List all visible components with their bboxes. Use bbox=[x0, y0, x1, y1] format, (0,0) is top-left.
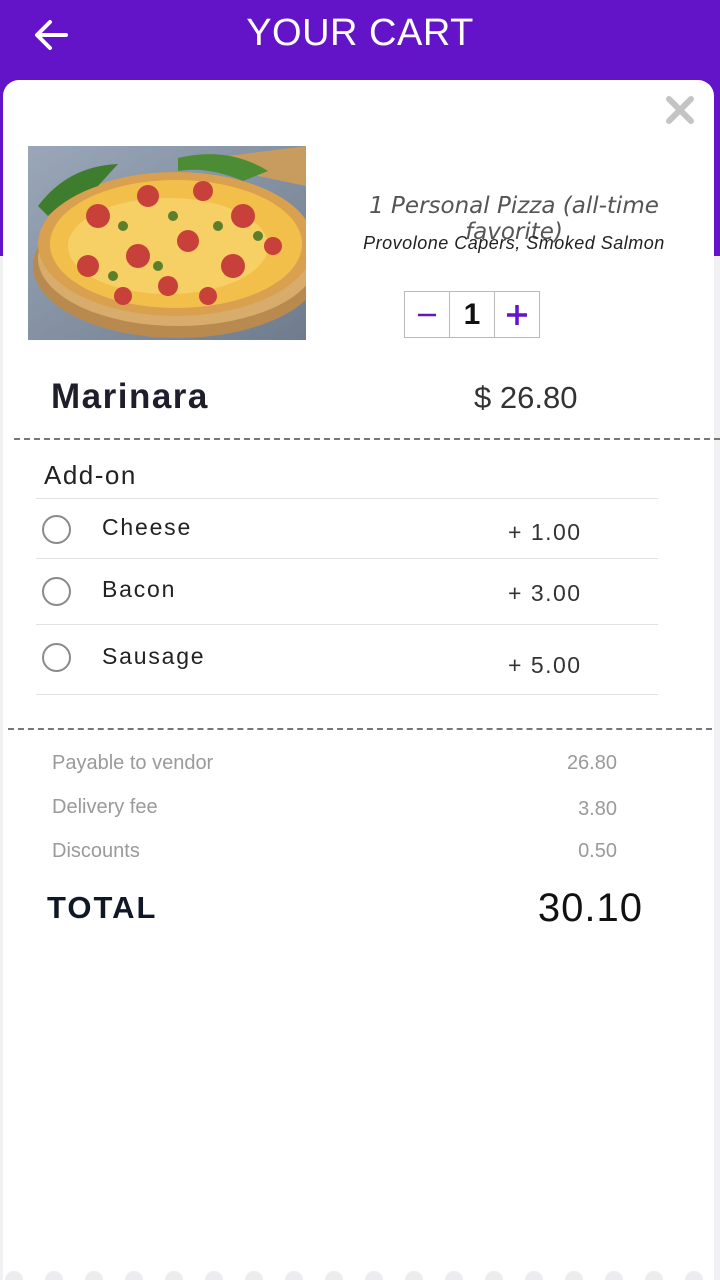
scallop-dot bbox=[525, 1271, 543, 1280]
scallop-dot bbox=[125, 1271, 143, 1280]
payable-label: Payable to vendor bbox=[52, 752, 214, 774]
delivery-fee-label: Delivery fee bbox=[52, 796, 158, 818]
close-button[interactable] bbox=[664, 94, 696, 126]
scallop-dot bbox=[5, 1271, 23, 1280]
product-title: Marinara bbox=[51, 377, 209, 416]
addon-label: Sausage bbox=[102, 643, 206, 669]
scallop-dot bbox=[645, 1271, 663, 1280]
payable-value: 26.80 bbox=[566, 752, 617, 774]
addon-row-bacon[interactable]: Bacon + 3.00 bbox=[36, 559, 658, 619]
discounts-value: 0.50 bbox=[578, 840, 617, 862]
addon-radio[interactable] bbox=[42, 515, 71, 544]
addon-row-sausage[interactable]: Sausage + 5.00 bbox=[36, 625, 658, 685]
scallop-dot bbox=[565, 1271, 583, 1280]
scallop-dot bbox=[245, 1271, 263, 1280]
scallop-dot bbox=[685, 1271, 703, 1280]
increment-button[interactable] bbox=[494, 291, 540, 338]
addon-radio[interactable] bbox=[42, 643, 71, 672]
item-description: Provolone Capers, Smoked Salmon bbox=[363, 233, 665, 253]
page-title: YOUR CART bbox=[246, 12, 474, 54]
scallop-dot bbox=[205, 1271, 223, 1280]
addon-price: + 1.00 bbox=[508, 519, 582, 545]
scallop-dot bbox=[605, 1271, 623, 1280]
divider bbox=[36, 694, 658, 695]
discounts-label: Discounts bbox=[52, 840, 140, 862]
addon-row-cheese[interactable]: Cheese + 1.00 bbox=[36, 499, 658, 559]
addon-heading: Add-on bbox=[44, 460, 137, 490]
dashed-divider bbox=[14, 438, 720, 440]
total-label: TOTAL bbox=[47, 890, 158, 925]
scallop-dot bbox=[85, 1271, 103, 1280]
scallop-dot bbox=[325, 1271, 343, 1280]
quantity-stepper: 1 bbox=[404, 291, 540, 338]
dashed-divider bbox=[8, 728, 712, 730]
addon-radio[interactable] bbox=[42, 577, 71, 606]
scallop-dot bbox=[445, 1271, 463, 1280]
decrement-button[interactable] bbox=[404, 291, 450, 338]
pizza-image bbox=[28, 146, 306, 340]
scallop-dot bbox=[165, 1271, 183, 1280]
close-icon bbox=[666, 96, 694, 124]
minus-icon bbox=[418, 313, 436, 316]
scallop-dot bbox=[365, 1271, 383, 1280]
addon-label: Cheese bbox=[102, 514, 193, 540]
addon-price: + 5.00 bbox=[508, 652, 582, 678]
product-price: $ 26.80 bbox=[474, 380, 578, 415]
plus-icon bbox=[507, 304, 527, 325]
scalloped-edge bbox=[5, 1271, 703, 1280]
scallop-dot bbox=[405, 1271, 423, 1280]
total-value: 30.10 bbox=[537, 886, 643, 930]
quantity-value: 1 bbox=[463, 297, 481, 331]
delivery-fee-value: 3.80 bbox=[578, 798, 617, 820]
addon-price: + 3.00 bbox=[508, 580, 582, 606]
scallop-dot bbox=[45, 1271, 63, 1280]
scallop-dot bbox=[485, 1271, 503, 1280]
scallop-dot bbox=[285, 1271, 303, 1280]
addon-label: Bacon bbox=[102, 576, 177, 602]
quantity-value-box: 1 bbox=[449, 291, 495, 338]
